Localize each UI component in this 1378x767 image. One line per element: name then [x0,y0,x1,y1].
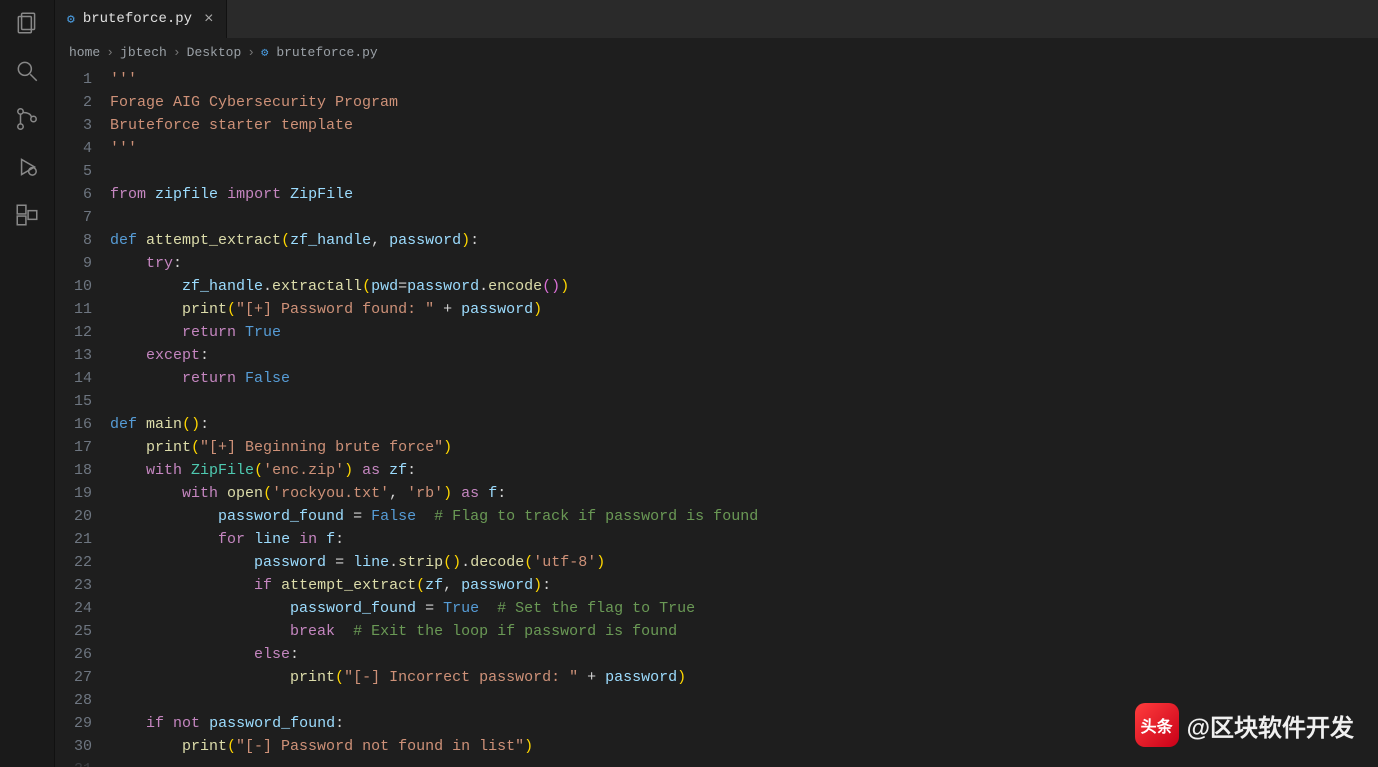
code-line[interactable]: password_found = True # Set the flag to … [110,597,1378,620]
line-number: 20 [55,505,92,528]
code-line[interactable]: return False [110,367,1378,390]
line-gutter: 1234567891011121314151617181920212223242… [55,66,110,767]
line-number: 27 [55,666,92,689]
code-line[interactable]: ''' [110,137,1378,160]
line-number: 13 [55,344,92,367]
code-line[interactable]: print("[-] Password not found in list") [110,735,1378,758]
chevron-right-icon: › [247,45,255,60]
line-number: 25 [55,620,92,643]
chevron-right-icon: › [106,45,114,60]
line-number: 28 [55,689,92,712]
files-icon[interactable] [12,8,42,38]
code-line[interactable]: def attempt_extract(zf_handle, password)… [110,229,1378,252]
code-line[interactable] [110,206,1378,229]
line-number: 22 [55,551,92,574]
code-line[interactable]: try: [110,252,1378,275]
code-line[interactable]: password = line.strip().decode('utf-8') [110,551,1378,574]
line-number: 16 [55,413,92,436]
line-number: 4 [55,137,92,160]
line-number: 9 [55,252,92,275]
line-number: 11 [55,298,92,321]
python-file-icon: ⚙ [261,45,268,60]
activity-bar [0,0,55,767]
line-number: 17 [55,436,92,459]
code-line[interactable]: for line in f: [110,528,1378,551]
code-line[interactable]: print("[+] Password found: " + password) [110,298,1378,321]
line-number: 29 [55,712,92,735]
line-number: 21 [55,528,92,551]
code-line[interactable]: except: [110,344,1378,367]
close-icon[interactable]: × [204,10,214,28]
extensions-icon[interactable] [12,200,42,230]
line-number: 30 [55,735,92,758]
line-number: 7 [55,206,92,229]
breadcrumb-item-file[interactable]: bruteforce.py [276,45,377,60]
code-line[interactable] [110,689,1378,712]
code-line[interactable]: break # Exit the loop if password is fou… [110,620,1378,643]
line-number: 19 [55,482,92,505]
tab-bar: ⚙ bruteforce.py × [55,0,1378,38]
line-number: 3 [55,114,92,137]
code-line[interactable]: with open('rockyou.txt', 'rb') as f: [110,482,1378,505]
code-line[interactable]: password_found = False # Flag to track i… [110,505,1378,528]
line-number: 6 [55,183,92,206]
code-line[interactable]: ''' [110,68,1378,91]
line-number: 26 [55,643,92,666]
code-line[interactable]: if attempt_extract(zf, password): [110,574,1378,597]
code-area[interactable]: '''Forage AIG Cybersecurity ProgramBrute… [110,66,1378,767]
tab-filename: bruteforce.py [83,11,192,27]
python-file-icon: ⚙ [67,12,75,27]
code-line[interactable] [110,160,1378,183]
line-number: 23 [55,574,92,597]
breadcrumb: home › jbtech › Desktop › ⚙ bruteforce.p… [55,38,1378,66]
code-line[interactable]: from zipfile import ZipFile [110,183,1378,206]
debug-icon[interactable] [12,152,42,182]
code-line[interactable]: if not password_found: [110,712,1378,735]
code-line[interactable]: print("[-] Incorrect password: " + passw… [110,666,1378,689]
search-icon[interactable] [12,56,42,86]
breadcrumb-item-desktop[interactable]: Desktop [187,45,242,60]
breadcrumb-item-jbtech[interactable]: jbtech [120,45,167,60]
source-control-icon[interactable] [12,104,42,134]
code-line[interactable]: Bruteforce starter template [110,114,1378,137]
line-number: 1 [55,68,92,91]
line-number: 14 [55,367,92,390]
code-line[interactable]: Forage AIG Cybersecurity Program [110,91,1378,114]
line-number: 8 [55,229,92,252]
line-number: 18 [55,459,92,482]
line-number: 5 [55,160,92,183]
line-number: 24 [55,597,92,620]
code-line[interactable]: else: [110,643,1378,666]
code-line[interactable]: zf_handle.extractall(pwd=password.encode… [110,275,1378,298]
code-line[interactable]: def main(): [110,413,1378,436]
code-line[interactable]: with ZipFile('enc.zip') as zf: [110,459,1378,482]
code-line[interactable]: print("[+] Beginning brute force") [110,436,1378,459]
tab-bruteforce[interactable]: ⚙ bruteforce.py × [55,0,227,38]
line-number: 12 [55,321,92,344]
editor[interactable]: 1234567891011121314151617181920212223242… [55,66,1378,767]
code-line[interactable]: return True [110,321,1378,344]
code-line[interactable] [110,390,1378,413]
line-number: 2 [55,91,92,114]
chevron-right-icon: › [173,45,181,60]
line-number: 15 [55,390,92,413]
line-number: 10 [55,275,92,298]
breadcrumb-item-home[interactable]: home [69,45,100,60]
editor-main: ⚙ bruteforce.py × home › jbtech › Deskto… [55,0,1378,767]
